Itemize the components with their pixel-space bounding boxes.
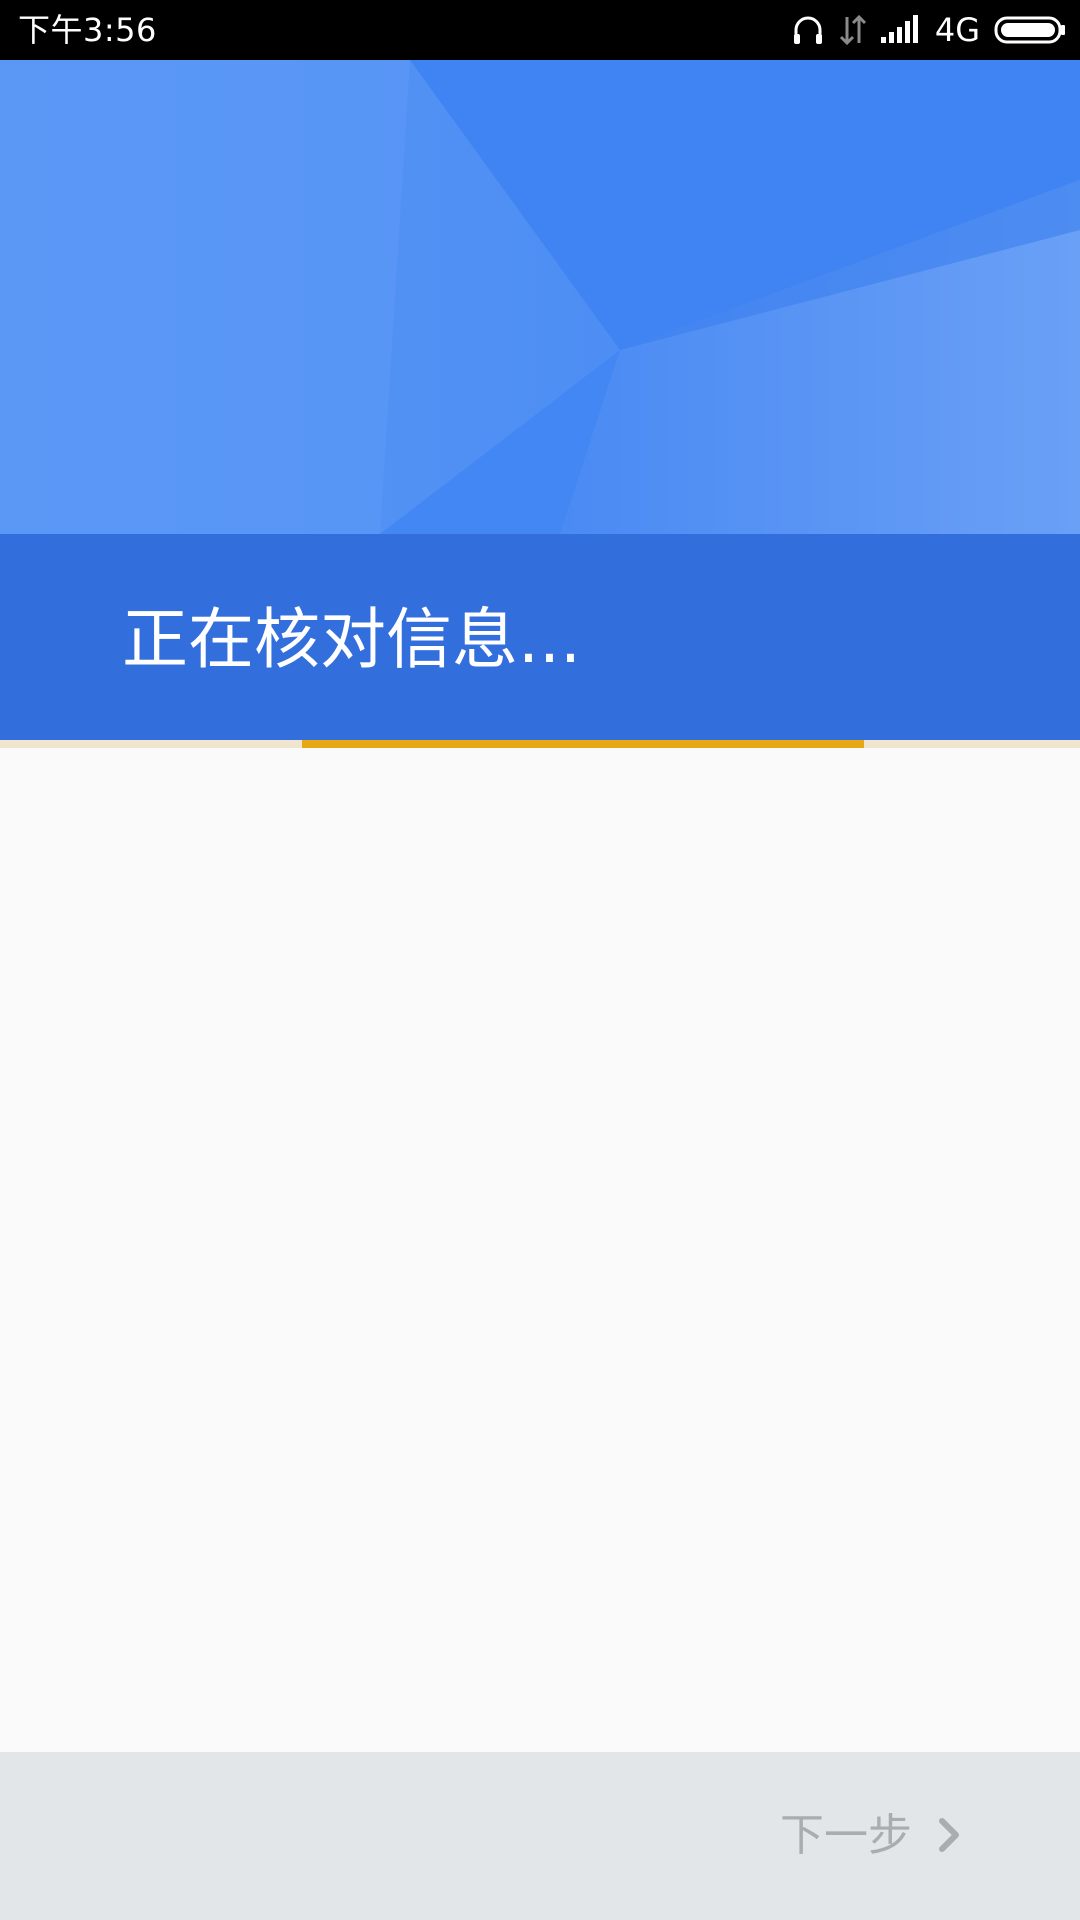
header-background — [0, 60, 1080, 534]
next-button-label: 下一步 — [780, 1811, 912, 1860]
content-area — [0, 748, 1080, 1752]
status-icons: 4G — [791, 10, 1066, 50]
data-arrows-icon — [839, 13, 867, 47]
chevron-right-icon — [936, 1815, 962, 1858]
headphones-icon — [791, 13, 825, 47]
page-title: 正在核对信息... — [122, 601, 581, 678]
status-time: 下午3:56 — [18, 11, 157, 49]
setup-screen: 下午3:56 4G 正在核对信息... 下一步 — [0, 0, 1080, 1920]
battery-icon — [994, 15, 1066, 45]
status-bar: 下午3:56 4G — [0, 0, 1080, 60]
progress-bar — [0, 740, 1080, 748]
header-illustration — [0, 60, 1080, 534]
next-button[interactable]: 下一步 — [780, 1796, 962, 1876]
network-type: 4G — [934, 11, 980, 49]
signal-icon — [880, 15, 921, 45]
footer-bar: 下一步 — [0, 1752, 1080, 1920]
progress-indicator — [302, 740, 864, 748]
